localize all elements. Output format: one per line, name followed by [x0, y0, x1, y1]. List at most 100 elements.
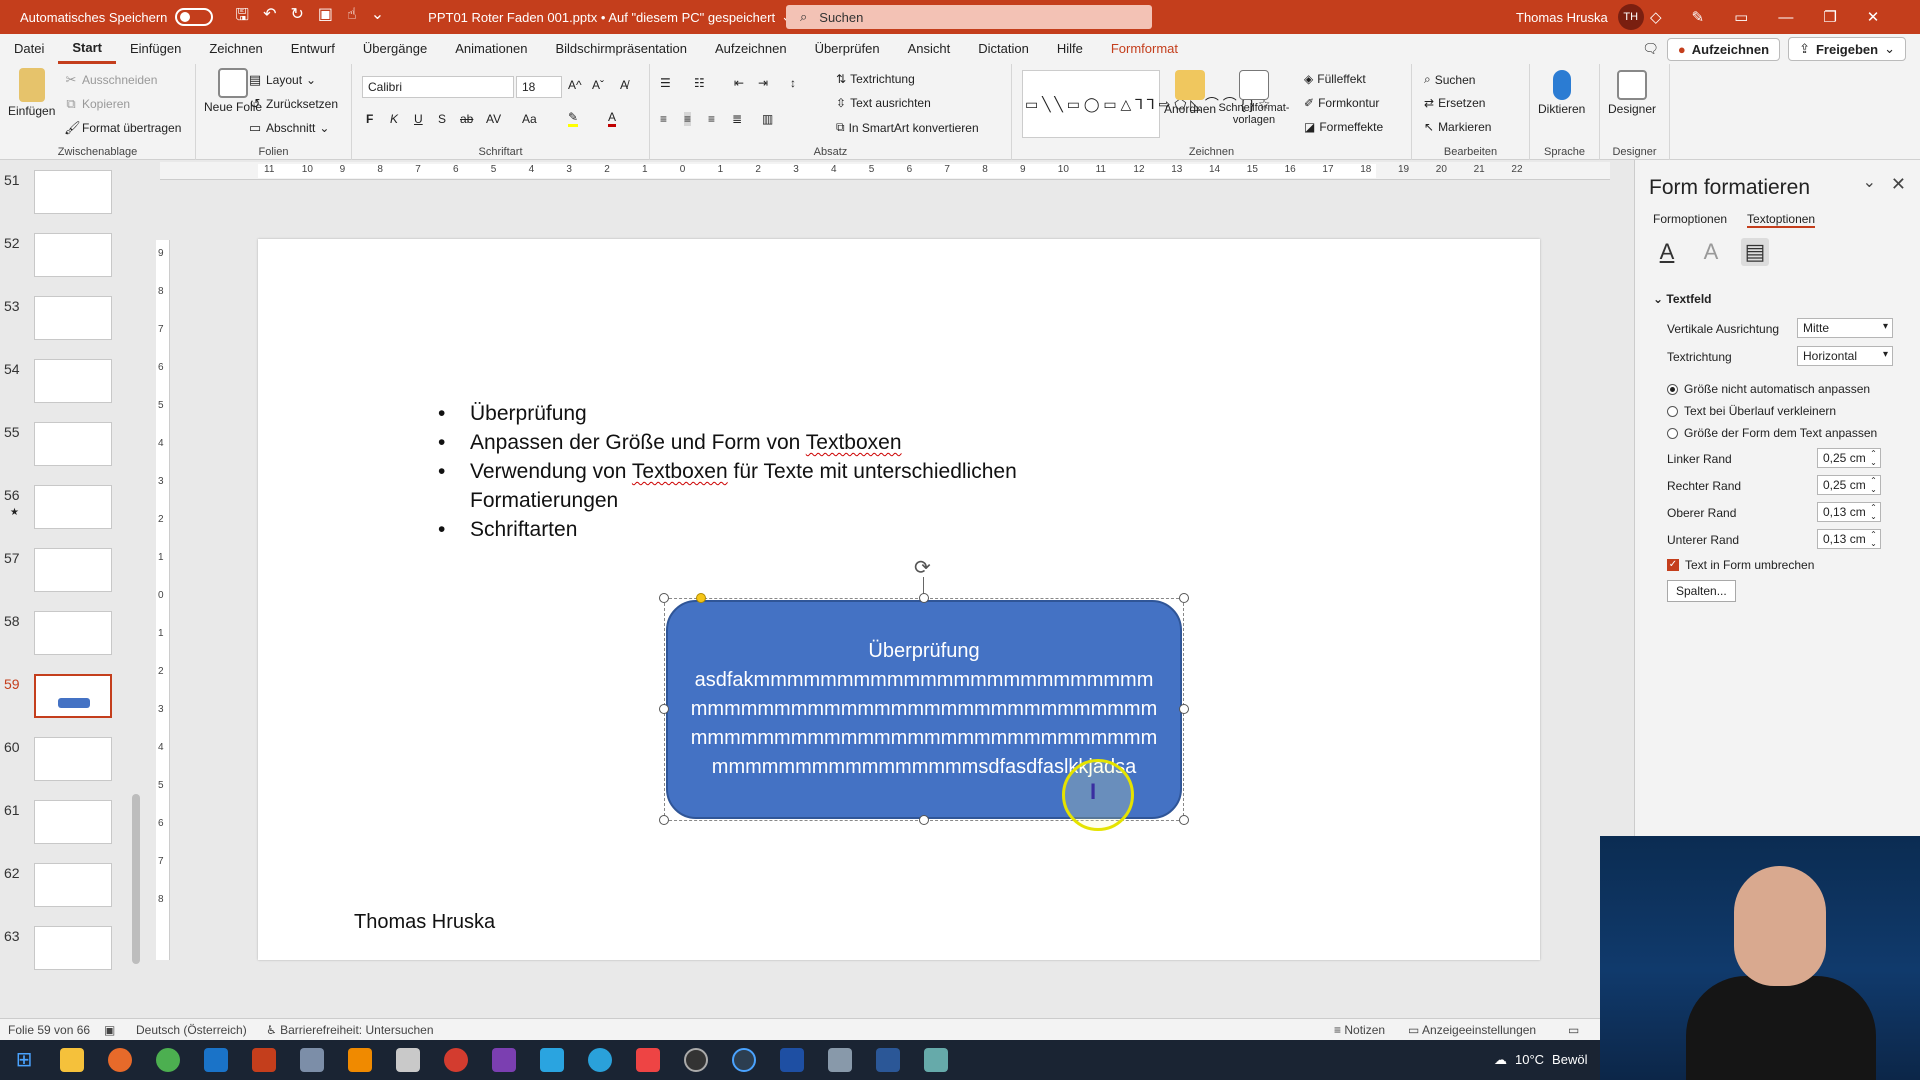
app-icon[interactable] — [396, 1048, 420, 1072]
app-icon[interactable] — [732, 1048, 756, 1072]
app-icon[interactable] — [300, 1048, 324, 1072]
justify-button[interactable]: ≣ — [732, 112, 742, 126]
vertical-align-select[interactable]: Mitte — [1797, 318, 1893, 338]
tab-ueberpruefen[interactable]: Überprüfen — [801, 34, 894, 64]
shape-effects-button[interactable]: ◪ Formeffekte — [1304, 120, 1383, 134]
tab-formformat[interactable]: Formformat — [1097, 34, 1192, 64]
tab-ansicht[interactable]: Ansicht — [894, 34, 965, 64]
arrange-button[interactable]: Anordnen — [1164, 70, 1216, 116]
align-left-button[interactable]: ≡ — [660, 112, 667, 126]
vlc-icon[interactable] — [348, 1048, 372, 1072]
clear-format-icon[interactable]: A̸ — [620, 78, 628, 92]
bold-button[interactable]: F — [366, 112, 373, 126]
slide-thumbnail[interactable] — [34, 926, 112, 970]
text-direction-button[interactable]: ⇅ Textrichtung — [836, 72, 915, 86]
thumbnail-item[interactable]: 53 — [0, 292, 150, 344]
accessibility-status[interactable]: ♿ Barrierefreiheit: Untersuchen — [266, 1023, 434, 1037]
windows-start-icon[interactable]: ⊞ — [12, 1048, 36, 1072]
telegram-icon[interactable] — [588, 1048, 612, 1072]
shape-outline-button[interactable]: ✐ Formkontur — [1304, 96, 1379, 110]
change-case-button[interactable]: Aa — [522, 112, 537, 126]
thumbnail-item[interactable]: 51 — [0, 166, 150, 218]
record-button[interactable]: ● Aufzeichnen — [1666, 37, 1781, 61]
replace-button[interactable]: ⇄ Ersetzen — [1424, 96, 1485, 110]
bullet-list[interactable]: Überprüfung Anpassen der Größe und Form … — [438, 399, 1138, 544]
file-explorer-icon[interactable] — [60, 1048, 84, 1072]
avatar[interactable]: TH — [1617, 4, 1644, 30]
search-box[interactable]: ⌕ Suchen — [786, 5, 1152, 29]
resize-handle-nw[interactable] — [659, 593, 669, 603]
bottom-margin-input[interactable]: 0,13 cm — [1817, 529, 1881, 549]
autosave-toggle[interactable] — [175, 8, 214, 26]
app-icon[interactable] — [636, 1048, 660, 1072]
thumbnail-scrollbar[interactable] — [130, 164, 142, 1016]
adjust-handle[interactable] — [696, 593, 706, 603]
obs-icon[interactable] — [684, 1048, 708, 1072]
slide-thumbnail[interactable] — [34, 611, 112, 655]
align-text-button[interactable]: ⇳ Text ausrichten — [836, 96, 931, 110]
resize-handle-sw[interactable] — [659, 815, 669, 825]
app-icon[interactable] — [828, 1048, 852, 1072]
app-icon[interactable] — [540, 1048, 564, 1072]
ribbon-display-icon[interactable]: ▭ — [1734, 8, 1748, 26]
align-center-button[interactable]: ≡ — [684, 112, 692, 126]
outlook-icon[interactable] — [204, 1048, 228, 1072]
tab-einfuegen[interactable]: Einfügen — [116, 34, 195, 64]
spellcheck-icon[interactable]: ▣ — [104, 1023, 115, 1037]
numbering-button[interactable]: ☷ — [694, 76, 705, 90]
char-spacing-button[interactable]: AV — [486, 112, 501, 126]
minimize-icon[interactable]: — — [1778, 9, 1793, 26]
slide-footer-name[interactable]: Thomas Hruska — [354, 911, 495, 934]
comment-icon[interactable]: 🗨 — [1642, 41, 1659, 57]
tab-hilfe[interactable]: Hilfe — [1043, 34, 1097, 64]
bullet-item[interactable]: Verwendung von Textboxen für Texte mit u… — [438, 457, 1138, 515]
firefox-icon[interactable] — [108, 1048, 132, 1072]
tab-zeichnen[interactable]: Zeichnen — [195, 34, 276, 64]
thumbnail-item[interactable]: 62 — [0, 859, 150, 911]
highlight-color-button[interactable]: ✎ — [568, 110, 579, 127]
font-grow-button[interactable]: A^ — [568, 78, 582, 92]
slide-thumbnail[interactable] — [34, 170, 112, 214]
tab-formoptionen[interactable]: Formoptionen — [1653, 212, 1727, 228]
document-title[interactable]: PPT01 Roter Faden 001.pptx • Auf "diesem… — [428, 9, 792, 25]
text-direction-select[interactable]: Horizontal — [1797, 346, 1893, 366]
resize-handle-n[interactable] — [919, 593, 929, 603]
designer-button[interactable]: Designer — [1608, 70, 1656, 116]
touch-mode-icon[interactable]: ☝ — [347, 4, 357, 31]
diamond-icon[interactable]: ◇ — [1650, 8, 1662, 26]
close-icon[interactable]: ✕ — [1867, 8, 1880, 26]
user-account[interactable]: Thomas Hruska TH — [1516, 0, 1644, 34]
thumbnail-item[interactable]: 59 — [0, 670, 150, 722]
resize-handle-se[interactable] — [1179, 815, 1189, 825]
thumbnail-item[interactable]: 61 — [0, 796, 150, 848]
layout-button[interactable]: ▤ Layout ⌄ — [248, 72, 316, 88]
paste-button[interactable]: Einfügen — [8, 68, 55, 118]
find-button[interactable]: ⌕ Suchen — [1424, 72, 1475, 87]
powerpoint-icon[interactable] — [252, 1048, 276, 1072]
slide-thumbnail[interactable] — [34, 359, 112, 403]
quick-styles-button[interactable]: Schnellformat-vorlagen — [1218, 70, 1290, 126]
pane-options-icon[interactable]: ⌄ — [1863, 172, 1876, 192]
underline-button[interactable]: U — [414, 112, 423, 126]
copy-button[interactable]: ⧉ Kopieren — [64, 96, 130, 112]
top-margin-input[interactable]: 0,13 cm — [1817, 502, 1881, 522]
language-status[interactable]: Deutsch (Österreich) — [136, 1023, 247, 1037]
bullet-item[interactable]: Anpassen der Größe und Form von Textboxe… — [438, 428, 1138, 457]
customize-qat-icon[interactable]: ⌄ — [371, 4, 384, 31]
close-icon[interactable]: ✕ — [1891, 174, 1906, 195]
app-icon[interactable] — [444, 1048, 468, 1072]
shape-fill-button[interactable]: ◈ Fülleffekt — [1304, 72, 1366, 86]
slide-thumbnail[interactable] — [34, 800, 112, 844]
bullets-button[interactable]: ☰ — [660, 76, 671, 90]
shapes-gallery[interactable]: ▭ ╲ ╲ ▭ ◯ ▭ △ ⅂ ⅂ ⇨ ⬠ ◺ ⌒ ⌒ { } ☆ — [1022, 70, 1270, 138]
scrollbar-thumb[interactable] — [132, 794, 140, 964]
save-icon[interactable]: 🖫 — [235, 4, 249, 31]
thumbnail-item[interactable]: 58 — [0, 607, 150, 659]
slide-thumbnail[interactable] — [34, 485, 112, 529]
notes-button[interactable]: ≡ Notizen — [1334, 1023, 1385, 1037]
chrome-icon[interactable] — [156, 1048, 180, 1072]
pen-icon[interactable]: ✎ — [1692, 8, 1705, 26]
app-icon[interactable] — [924, 1048, 948, 1072]
share-button[interactable]: ⇪ Freigeben ⌄ — [1788, 37, 1906, 61]
align-right-button[interactable]: ≡ — [708, 112, 715, 126]
